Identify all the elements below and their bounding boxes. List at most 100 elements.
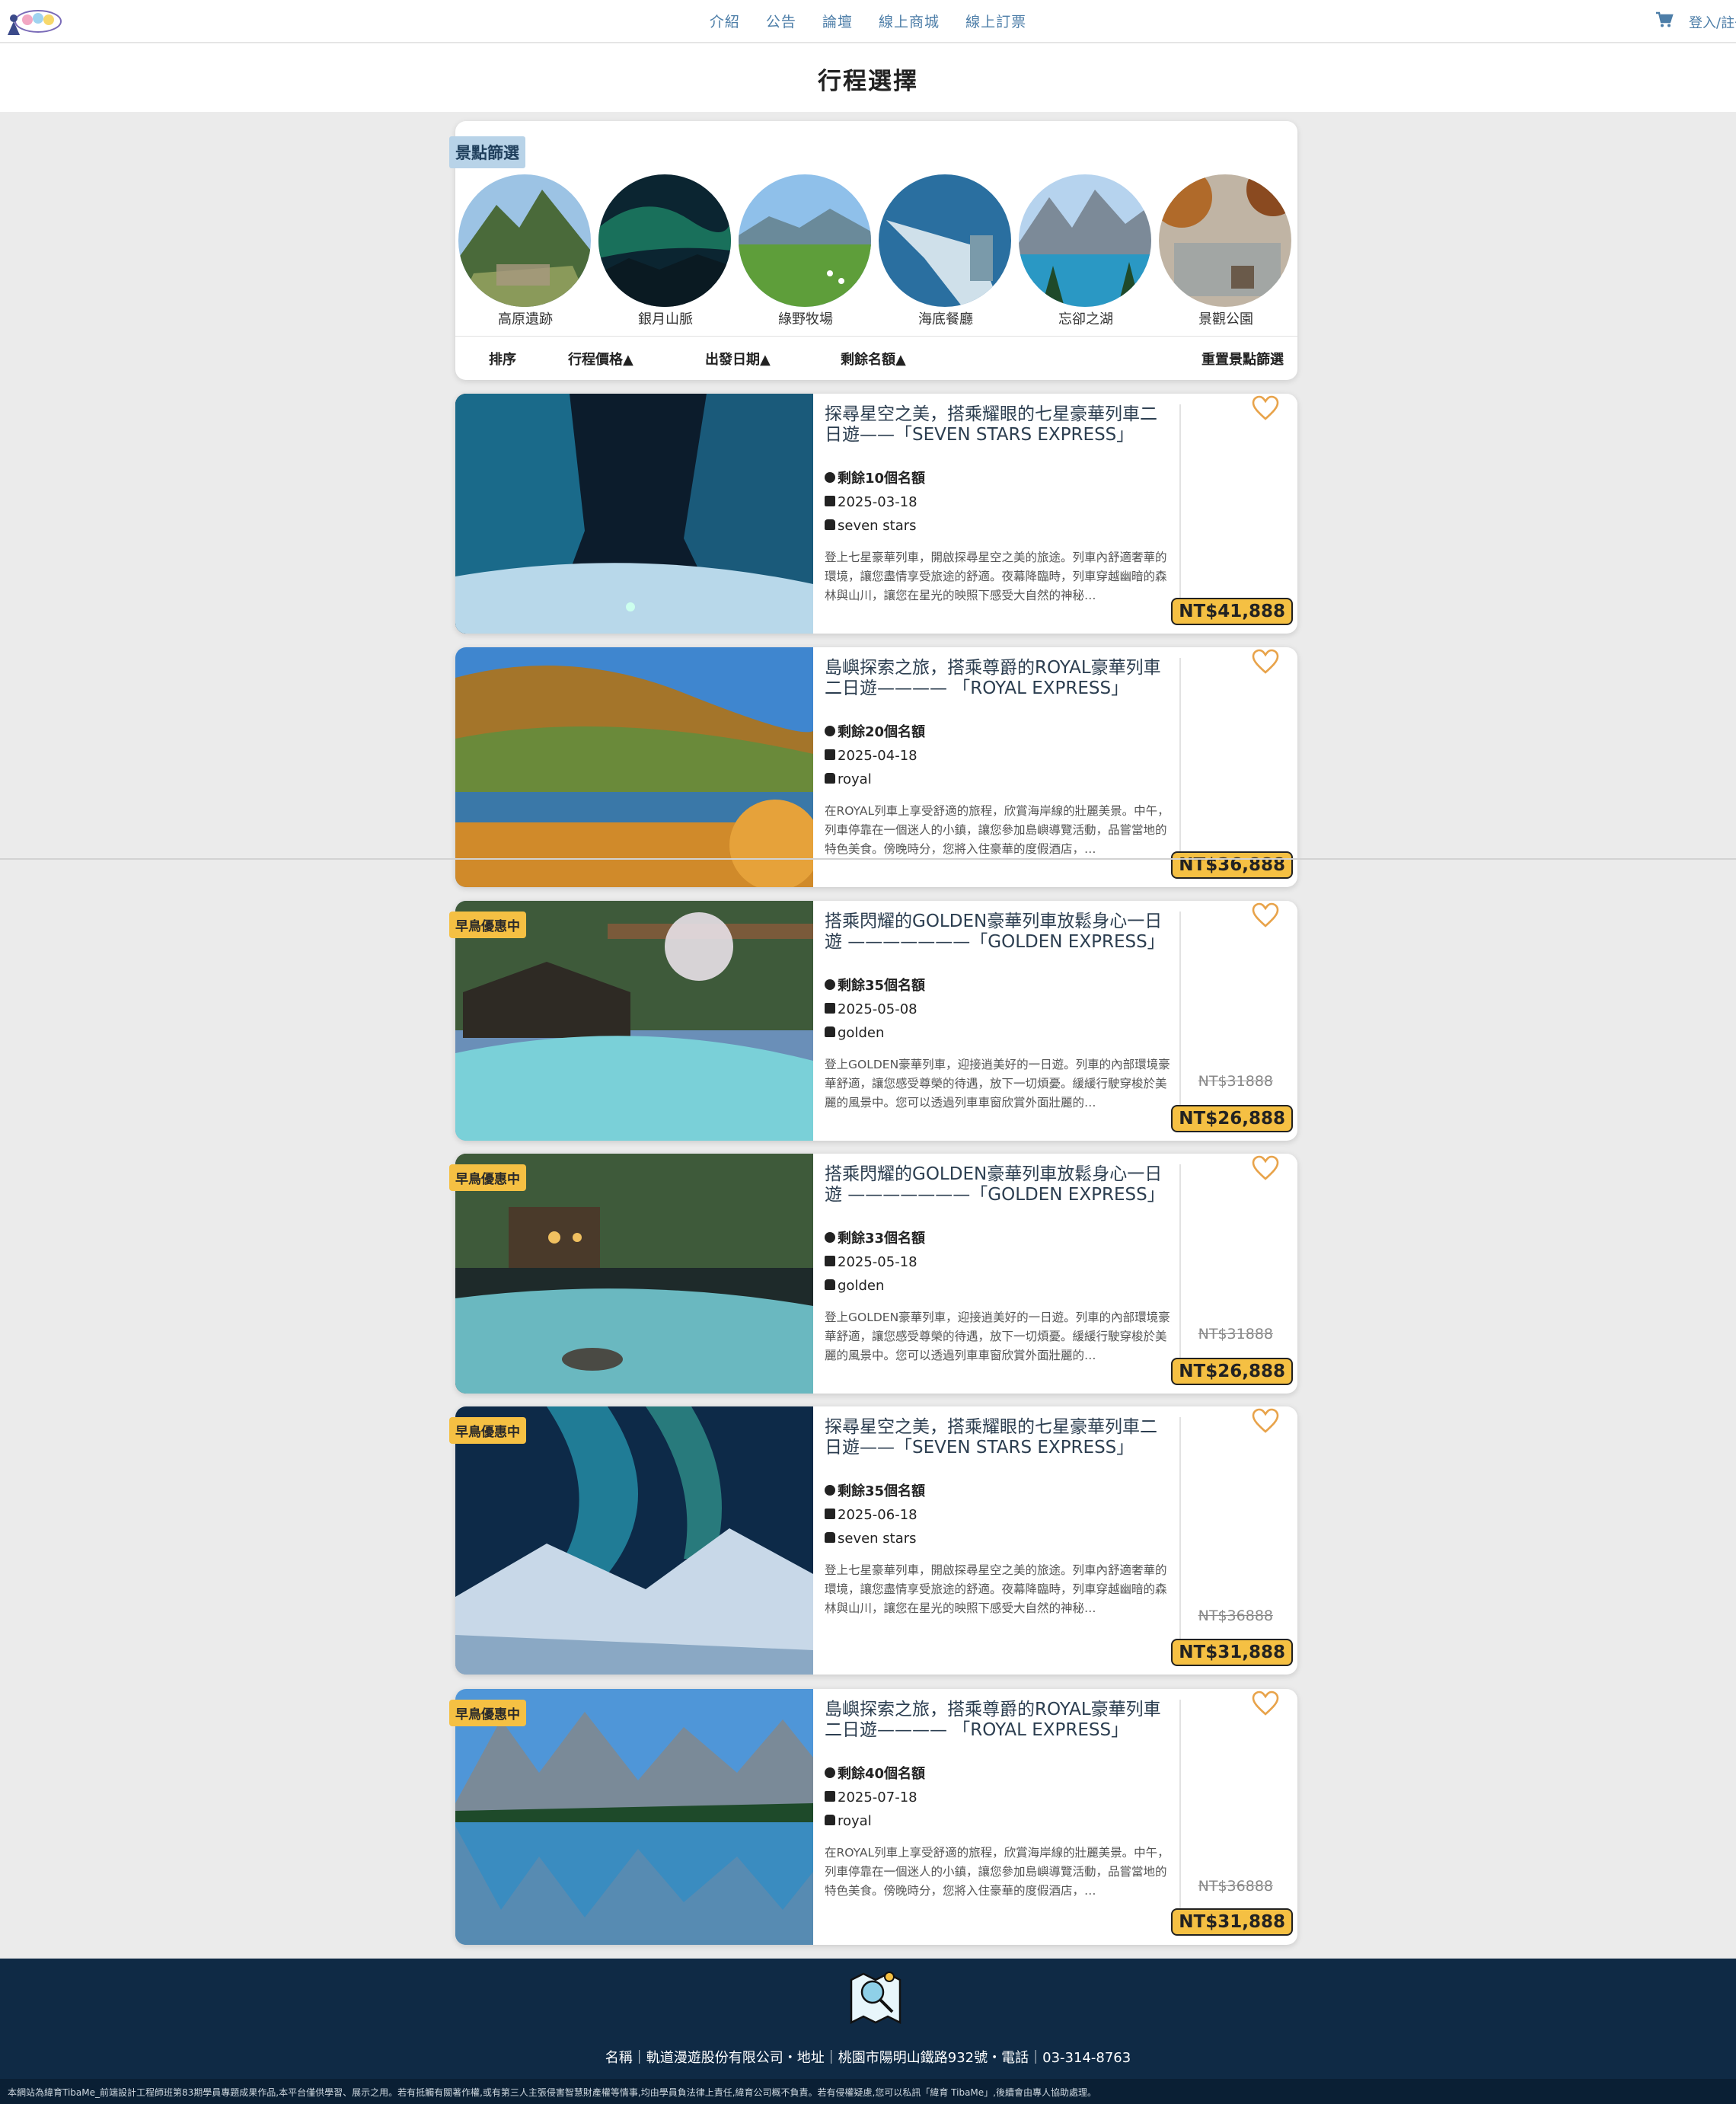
early-bird-badge: 早鳥優惠中: [449, 912, 526, 938]
early-bird-badge: 早鳥優惠中: [449, 1164, 526, 1191]
trip-title[interactable]: 島嶼探索之旅，搭乘尊爵的ROYAL豪華列車二日遊———— 「ROYAL EXPR…: [825, 1700, 1171, 1762]
trip-train-text: royal: [838, 1813, 872, 1829]
trip-train-text: golden: [838, 1278, 885, 1294]
spot-item[interactable]: 綠野牧場: [739, 174, 873, 328]
trip-quota-text: 剩餘40個名額: [838, 1766, 926, 1782]
sort-price-button[interactable]: 行程價格▲: [568, 349, 633, 369]
title-bar: 行程選擇: [0, 43, 1736, 112]
trip-date: 2025-05-08: [825, 998, 1171, 1021]
trip-description: 登上GOLDEN豪華列車，迎接逍美好的一日遊。列車的內部環境豪華舒適，讓您感受尊…: [825, 1058, 1170, 1109]
cart-icon[interactable]: [1655, 11, 1674, 29]
user-icon: [825, 979, 835, 990]
spot-item[interactable]: 海底餐廳: [879, 174, 1013, 328]
user-icon: [825, 1767, 835, 1778]
favorite-heart-icon[interactable]: [1252, 395, 1279, 421]
train-icon: [825, 519, 835, 530]
trip-train: golden: [825, 1274, 1171, 1298]
calendar-icon: [825, 1256, 835, 1266]
trip-title[interactable]: 島嶼探索之旅，搭乘尊爵的ROYAL豪華列車二日遊———— 「ROYAL EXPR…: [825, 658, 1171, 720]
trip-price: NT$31,888: [1171, 1639, 1293, 1666]
trip-card[interactable]: 早鳥優惠中 探尋星空之美，搭乘耀眼的七星豪華列車二日遊——「SEVEN STAR…: [449, 1406, 1297, 1675]
trip-card[interactable]: 早鳥優惠中 島嶼探索之旅，搭乘尊爵的ROYAL豪華列車二日遊———— 「ROYA…: [449, 1689, 1297, 1945]
calendar-icon: [825, 1509, 835, 1519]
page-divider-line: [0, 858, 1736, 860]
trip-info: 探尋星空之美，搭乘耀眼的七星豪華列車二日遊——「SEVEN STARS EXPR…: [825, 404, 1171, 605]
footer-legal-notice: 本網站為緯育TibaMe_前端設計工程師班第83期學員專題成果作品,本平台僅供學…: [0, 2079, 1736, 2104]
nav-link-intro[interactable]: 介紹: [710, 11, 740, 31]
trip-description: 登上七星豪華列車，開啟探尋星空之美的旅途。列車內舒適奢華的環境，讓您盡情享受旅途…: [825, 551, 1167, 602]
trip-title[interactable]: 搭乘閃耀的GOLDEN豪華列車放鬆身心一日遊 ———————「GOLDEN EX…: [825, 1164, 1171, 1227]
top-navbar: 介紹 公告 論壇 線上商城 線上訂票 登入/註冊: [0, 0, 1736, 43]
train-icon: [825, 773, 835, 784]
page-title: 行程選擇: [818, 68, 918, 95]
trip-quota: 剩餘20個名額: [825, 720, 1171, 744]
trip-train-text: golden: [838, 1025, 885, 1041]
spot-image: [458, 174, 591, 307]
nav-link-news[interactable]: 公告: [766, 11, 796, 31]
trip-photo: [455, 647, 813, 887]
trip-title[interactable]: 探尋星空之美，搭乘耀眼的七星豪華列車二日遊——「SEVEN STARS EXPR…: [825, 1417, 1171, 1480]
trip-photo: [455, 394, 813, 634]
spot-item[interactable]: 景觀公園: [1159, 174, 1293, 328]
trip-title[interactable]: 搭乘閃耀的GOLDEN豪華列車放鬆身心一日遊 ———————「GOLDEN EX…: [825, 912, 1171, 974]
trip-original-price: NT$31888: [1198, 1326, 1273, 1343]
sort-quota-button[interactable]: 剩餘名額▲: [841, 349, 906, 369]
filter-tag: 景點篩選: [449, 136, 525, 168]
user-icon: [825, 726, 835, 736]
trip-card[interactable]: 早鳥優惠中 搭乘閃耀的GOLDEN豪華列車放鬆身心一日遊 ———————「GOL…: [449, 901, 1297, 1141]
trip-quota-text: 剩餘33個名額: [838, 1231, 926, 1247]
favorite-heart-icon[interactable]: [1252, 1155, 1279, 1181]
trip-quota-text: 剩餘35個名額: [838, 1483, 926, 1499]
spot-filter-panel: 景點篩選 高原遺跡 銀月山脈 綠野牧場 海底餐廳 忘卻之湖 景觀公園 排序 行程…: [449, 121, 1297, 380]
trip-quota-text: 剩餘10個名額: [838, 471, 926, 487]
early-bird-badge: 早鳥優惠中: [449, 1700, 526, 1726]
trip-date: 2025-06-18: [825, 1503, 1171, 1527]
trip-description: 在ROYAL列車上享受舒適的旅程，欣賞海岸線的壯麗美景。中午，列車停靠在一個迷人…: [825, 804, 1170, 856]
nav-link-shop[interactable]: 線上商城: [879, 11, 940, 31]
reset-filter-button[interactable]: 重置景點篩選: [1201, 349, 1284, 369]
favorite-heart-icon[interactable]: [1252, 1408, 1279, 1434]
trip-info: 島嶼探索之旅，搭乘尊爵的ROYAL豪華列車二日遊———— 「ROYAL EXPR…: [825, 658, 1171, 859]
sort-date-button[interactable]: 出發日期▲: [705, 349, 771, 369]
train-icon: [825, 1532, 835, 1543]
trip-train: seven stars: [825, 514, 1171, 538]
spot-list: 高原遺跡 銀月山脈 綠野牧場 海底餐廳 忘卻之湖 景觀公園: [458, 174, 1296, 327]
trip-info: 搭乘閃耀的GOLDEN豪華列車放鬆身心一日遊 ———————「GOLDEN EX…: [825, 1164, 1171, 1365]
favorite-heart-icon[interactable]: [1252, 649, 1279, 675]
calendar-icon: [825, 749, 835, 760]
card-divider: [1179, 912, 1181, 1132]
early-bird-badge: 早鳥優惠中: [449, 1417, 526, 1444]
trip-train: golden: [825, 1021, 1171, 1045]
trip-train-text: seven stars: [838, 1531, 917, 1547]
user-icon: [825, 1232, 835, 1243]
trip-train: royal: [825, 1809, 1171, 1833]
calendar-icon: [825, 496, 835, 506]
trip-quota: 剩餘33個名額: [825, 1227, 1171, 1250]
trip-info: 探尋星空之美，搭乘耀眼的七星豪華列車二日遊——「SEVEN STARS EXPR…: [825, 1417, 1171, 1618]
login-link[interactable]: 登入/註冊: [1689, 12, 1736, 32]
spot-item[interactable]: 高原遺跡: [458, 174, 592, 328]
footer-company-info: 名稱｜軌道漫遊股份有限公司・地址｜桃園市陽明山鐵路932號・電話｜03-314-…: [605, 2050, 1131, 2066]
trip-original-price: NT$36888: [1198, 1608, 1273, 1624]
favorite-heart-icon[interactable]: [1252, 902, 1279, 928]
train-icon: [825, 1815, 835, 1825]
spot-item[interactable]: 銀月山脈: [598, 174, 732, 328]
nav-link-booking[interactable]: 線上訂票: [965, 11, 1026, 31]
spot-image: [598, 174, 731, 307]
user-icon: [825, 1485, 835, 1496]
favorite-heart-icon[interactable]: [1252, 1691, 1279, 1716]
card-divider: [1179, 404, 1181, 625]
trip-card[interactable]: 島嶼探索之旅，搭乘尊爵的ROYAL豪華列車二日遊———— 「ROYAL EXPR…: [455, 647, 1297, 887]
trip-date: 2025-07-18: [825, 1786, 1171, 1809]
train-icon: [825, 1279, 835, 1290]
nav-link-forum[interactable]: 論壇: [822, 11, 853, 31]
trip-info: 搭乘閃耀的GOLDEN豪華列車放鬆身心一日遊 ———————「GOLDEN EX…: [825, 912, 1171, 1113]
trip-quota: 剩餘40個名額: [825, 1762, 1171, 1786]
spot-label: 海底餐廳: [918, 311, 973, 327]
trip-title[interactable]: 探尋星空之美，搭乘耀眼的七星豪華列車二日遊——「SEVEN STARS EXPR…: [825, 404, 1171, 467]
trip-card[interactable]: 早鳥優惠中 搭乘閃耀的GOLDEN豪華列車放鬆身心一日遊 ———————「GOL…: [449, 1154, 1297, 1394]
trip-date-text: 2025-03-18: [838, 494, 917, 510]
spot-item[interactable]: 忘卻之湖: [1019, 174, 1153, 328]
trip-card[interactable]: 探尋星空之美，搭乘耀眼的七星豪華列車二日遊——「SEVEN STARS EXPR…: [455, 394, 1297, 634]
calendar-icon: [825, 1791, 835, 1802]
